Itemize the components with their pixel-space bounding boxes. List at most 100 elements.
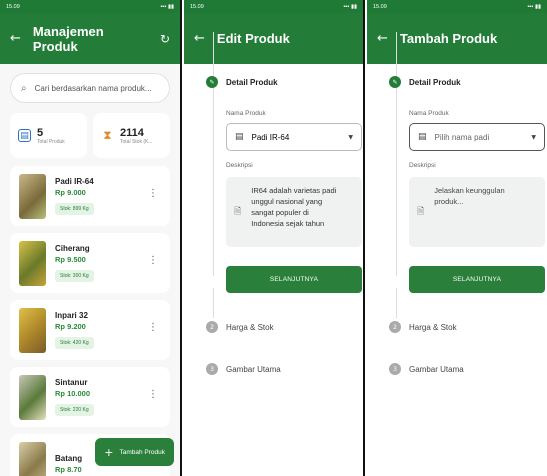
more-options-icon[interactable]: ⋮ bbox=[148, 188, 158, 199]
stock-badge: Stok: 899 Kg bbox=[55, 203, 94, 215]
status-icons: ▪▪▪ ▮▮ bbox=[160, 3, 174, 10]
app-bar: ← Edit Produk bbox=[184, 13, 363, 64]
add-product-label: Tambah Produk bbox=[119, 448, 165, 456]
step-detail-produk[interactable]: ✎ Detail Produk bbox=[389, 76, 461, 88]
stock-badge: Stok: 220 Kg bbox=[55, 404, 94, 416]
product-card[interactable]: Ciherang Rp 9.500 Stok: 300 Kg ⋮ bbox=[10, 233, 170, 293]
box-icon: ▤ bbox=[18, 129, 31, 142]
step-label: Harga & Stok bbox=[409, 322, 457, 332]
step-label: Harga & Stok bbox=[226, 322, 274, 332]
product-card[interactable]: Inpari 32 Rp 9.200 Stok: 420 Kg ⋮ bbox=[10, 300, 170, 360]
product-price: Rp 10.000 bbox=[55, 389, 91, 398]
product-name: Batang bbox=[55, 454, 83, 463]
status-icons: ▪▪▪ ▮▮ bbox=[527, 3, 541, 10]
stats-row: ▤ 5 Total Produk ⧗ 2114 Total Stok (K... bbox=[10, 113, 170, 158]
product-price: Rp 9.200 bbox=[55, 322, 86, 331]
product-name: Sintanur bbox=[55, 378, 88, 387]
product-price: Rp 8.70 bbox=[55, 465, 82, 474]
step-label: Detail Produk bbox=[409, 77, 461, 87]
dropdown-caret-icon: ▼ bbox=[348, 133, 353, 141]
next-button[interactable]: SELANJUTNYA bbox=[409, 266, 545, 293]
product-card[interactable]: Sintanur Rp 10.000 Stok: 220 Kg ⋮ bbox=[10, 367, 170, 427]
back-arrow-icon[interactable]: ← bbox=[377, 31, 388, 46]
product-list: Padi IR-64 Rp 9.000 Stok: 899 Kg ⋮ Ciher… bbox=[10, 166, 170, 476]
product-name-value: Padi IR-64 bbox=[251, 132, 290, 142]
step-detail-produk[interactable]: ✎ Detail Produk bbox=[206, 76, 278, 88]
description-field-label: Deskripsi bbox=[226, 162, 253, 169]
stat-label: Total Produk bbox=[37, 138, 65, 145]
edit-pencil-icon: ✎ bbox=[389, 76, 401, 88]
stat-total-products: ▤ 5 Total Produk bbox=[10, 113, 87, 158]
product-image bbox=[19, 441, 46, 476]
hourglass-icon: ⧗ bbox=[103, 128, 112, 142]
dropdown-caret-icon: ▼ bbox=[531, 133, 536, 141]
next-button[interactable]: SELANJUTNYA bbox=[226, 266, 362, 293]
status-time: 15.09 bbox=[190, 3, 204, 10]
stock-badge: Stok: 420 Kg bbox=[55, 337, 94, 349]
stat-total-stock: ⧗ 2114 Total Stok (K... bbox=[93, 113, 170, 158]
step-number: 3 bbox=[206, 363, 218, 375]
app-bar: ← Manajemen Produk ↻ bbox=[0, 13, 180, 64]
product-name-select[interactable]: ▤ Pilih nama padi ▼ bbox=[409, 123, 545, 151]
product-name: Inpari 32 bbox=[55, 311, 88, 320]
product-price: Rp 9.000 bbox=[55, 188, 86, 197]
stat-value: 2114 bbox=[120, 126, 144, 139]
status-bar: 15.09 ▪▪▪ ▮▮ bbox=[184, 0, 363, 13]
status-icons: ▪▪▪ ▮▮ bbox=[343, 3, 357, 10]
stat-value: 5 bbox=[37, 126, 44, 139]
step-gambar-utama[interactable]: 3 Gambar Utama bbox=[206, 363, 281, 375]
app-bar: ← Tambah Produk bbox=[367, 13, 547, 64]
document-icon: 🗎 bbox=[417, 207, 425, 217]
product-image bbox=[19, 240, 46, 286]
back-arrow-icon[interactable]: ← bbox=[194, 31, 205, 46]
name-field-label: Nama Produk bbox=[409, 110, 449, 117]
stepper-line bbox=[396, 32, 398, 276]
product-name-placeholder: Pilih nama padi bbox=[434, 132, 490, 142]
product-card[interactable]: Padi IR-64 Rp 9.000 Stok: 899 Kg ⋮ bbox=[10, 166, 170, 226]
page-title: Manajemen Produk bbox=[32, 23, 104, 54]
step-label: Gambar Utama bbox=[226, 364, 281, 374]
description-placeholder: Jelaskan keunggulan produk... bbox=[434, 186, 505, 206]
page-title: Tambah Produk bbox=[399, 31, 498, 46]
search-input[interactable]: ⌕ Cari berdasarkan nama produk... bbox=[10, 73, 170, 103]
list-icon: ▤ bbox=[235, 132, 244, 142]
add-product-button[interactable]: + Tambah Produk bbox=[95, 438, 174, 466]
back-arrow-icon[interactable]: ← bbox=[10, 31, 21, 46]
product-image bbox=[19, 173, 46, 219]
step-number: 2 bbox=[389, 321, 401, 333]
stepper-line bbox=[213, 288, 215, 318]
page-title: Edit Produk bbox=[216, 31, 290, 46]
product-name: Ciherang bbox=[55, 244, 90, 253]
list-icon: ▤ bbox=[418, 132, 427, 142]
more-options-icon[interactable]: ⋮ bbox=[148, 389, 158, 400]
description-field[interactable]: 🗎 Jelaskan keunggulan produk... bbox=[409, 177, 545, 247]
step-number: 3 bbox=[389, 363, 401, 375]
more-options-icon[interactable]: ⋮ bbox=[148, 322, 158, 333]
status-time: 15.09 bbox=[6, 3, 20, 10]
product-image bbox=[19, 307, 46, 353]
step-harga-stok[interactable]: 2 Harga & Stok bbox=[206, 321, 274, 333]
stock-badge: Stok: 300 Kg bbox=[55, 270, 94, 282]
search-placeholder: Cari berdasarkan nama produk... bbox=[34, 83, 152, 93]
product-price: Rp 9.500 bbox=[55, 255, 86, 264]
status-bar: 15.09 ▪▪▪ ▮▮ bbox=[0, 0, 180, 13]
description-field[interactable]: 🗎 IR64 adalah varietas padi unggul nasio… bbox=[226, 177, 362, 247]
step-number: 2 bbox=[206, 321, 218, 333]
status-time: 15.09 bbox=[373, 3, 387, 10]
step-gambar-utama[interactable]: 3 Gambar Utama bbox=[389, 363, 464, 375]
description-value: IR64 adalah varietas padi unggul nasiona… bbox=[251, 186, 337, 228]
step-label: Detail Produk bbox=[226, 77, 278, 87]
more-options-icon[interactable]: ⋮ bbox=[148, 255, 158, 266]
product-management-screen: 15.09 ▪▪▪ ▮▮ ← Manajemen Produk ↻ ⌕ Cari… bbox=[0, 0, 182, 476]
stat-label: Total Stok (K... bbox=[120, 138, 153, 145]
refresh-icon[interactable]: ↻ bbox=[160, 32, 170, 46]
product-name: Padi IR-64 bbox=[55, 177, 94, 186]
add-product-screen: 15.09 ▪▪▪ ▮▮ ← Tambah Produk ✎ Detail Pr… bbox=[367, 0, 547, 476]
stepper-line bbox=[213, 32, 215, 276]
description-field-label: Deskripsi bbox=[409, 162, 436, 169]
step-harga-stok[interactable]: 2 Harga & Stok bbox=[389, 321, 457, 333]
document-icon: 🗎 bbox=[234, 207, 242, 217]
status-bar: 15.09 ▪▪▪ ▮▮ bbox=[367, 0, 547, 13]
product-name-select[interactable]: ▤ Padi IR-64 ▼ bbox=[226, 123, 362, 151]
search-icon: ⌕ bbox=[21, 82, 27, 94]
